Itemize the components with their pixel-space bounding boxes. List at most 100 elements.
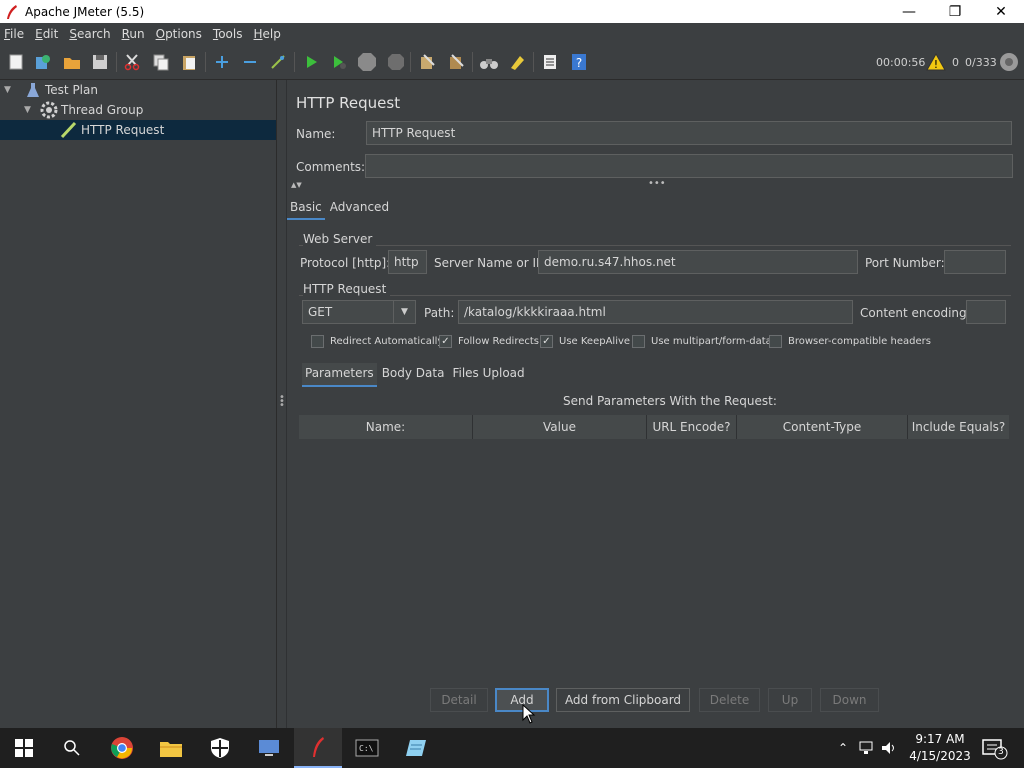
reset-search-icon[interactable] xyxy=(507,52,527,72)
start-icon[interactable] xyxy=(301,52,321,72)
stop-icon[interactable] xyxy=(357,52,377,72)
chevron-down-icon[interactable]: ▼ xyxy=(4,85,16,95)
menu-help[interactable]: Help xyxy=(254,27,281,41)
notification-count: 3 xyxy=(998,747,1004,757)
warning-icon[interactable]: ! xyxy=(926,52,946,74)
security-shield-icon[interactable] xyxy=(196,728,244,768)
column-header-value[interactable]: Value xyxy=(473,415,647,439)
file-explorer-icon[interactable] xyxy=(147,728,195,768)
new-icon[interactable] xyxy=(6,52,26,72)
title-bar: Apache JMeter (5.5) — ❐ ✕ xyxy=(0,0,1024,23)
pen-icon xyxy=(60,121,78,139)
checkbox-label: Browser-compatible headers xyxy=(788,336,931,347)
tree-item-thread-group[interactable]: ▼ Thread Group xyxy=(24,100,143,120)
remote-desktop-icon[interactable] xyxy=(245,728,293,768)
shutdown-icon[interactable] xyxy=(386,52,406,72)
column-header-url-encode[interactable]: URL Encode? xyxy=(647,415,737,439)
use-keepalive-checkbox[interactable]: ✓ Use KeepAlive xyxy=(540,335,630,348)
menu-file[interactable]: File xyxy=(4,27,24,41)
up-button[interactable]: Up xyxy=(768,688,812,712)
tab-advanced[interactable]: Advanced xyxy=(327,198,392,220)
save-icon[interactable] xyxy=(90,52,110,72)
toolbar: ? 00:00:56 ! 0 0/333 xyxy=(0,44,1024,80)
column-header-include-equals[interactable]: Include Equals? xyxy=(908,415,1009,439)
tab-basic[interactable]: Basic xyxy=(287,198,325,220)
system-clock[interactable]: 9:17 AM 4/15/2023 xyxy=(906,731,974,765)
help-icon[interactable]: ? xyxy=(569,52,589,72)
checkbox-box[interactable] xyxy=(632,335,645,348)
column-header-content-type[interactable]: Content-Type xyxy=(737,415,908,439)
menu-tools[interactable]: Tools xyxy=(213,27,243,41)
menu-run[interactable]: Run xyxy=(122,27,145,41)
path-field[interactable]: /katalog/kkkkiraaa.html xyxy=(458,300,853,324)
chevron-down-icon[interactable]: ▼ xyxy=(393,301,415,323)
server-name-field[interactable]: demo.ru.s47.hhos.net xyxy=(538,250,858,274)
open-icon[interactable] xyxy=(62,52,82,72)
method-select[interactable]: GET ▼ xyxy=(302,300,416,324)
tree-item-label: Thread Group xyxy=(61,103,144,117)
start-no-pauses-icon[interactable] xyxy=(329,52,349,72)
menu-search[interactable]: Search xyxy=(69,27,110,41)
maximize-button[interactable]: ❐ xyxy=(932,0,978,23)
comments-field[interactable] xyxy=(365,154,1013,178)
toggle-icon[interactable] xyxy=(268,52,288,72)
tree-item-http-request[interactable]: HTTP Request xyxy=(0,120,276,140)
use-multipart-checkbox[interactable]: Use multipart/form-data xyxy=(632,335,772,348)
tab-parameters[interactable]: Parameters xyxy=(302,363,377,387)
port-number-field[interactable] xyxy=(944,250,1006,274)
checkmark-icon[interactable]: ✓ xyxy=(540,335,553,348)
protocol-label: Protocol [http]: xyxy=(300,256,391,270)
minimize-button[interactable]: — xyxy=(886,0,932,23)
collapse-divider[interactable]: ▲▼ ••• xyxy=(287,178,1024,192)
copy-icon[interactable] xyxy=(151,52,171,72)
search-icon[interactable] xyxy=(48,728,96,768)
checkbox-label: Use KeepAlive xyxy=(559,336,631,347)
checkbox-box[interactable] xyxy=(769,335,782,348)
clear-all-icon[interactable] xyxy=(446,52,466,72)
checkmark-icon[interactable]: ✓ xyxy=(439,335,452,348)
notepad-icon[interactable] xyxy=(392,728,440,768)
chevron-down-icon[interactable]: ▼ xyxy=(24,105,36,115)
splitter-grip[interactable]: • • • xyxy=(279,393,285,411)
protocol-field[interactable]: http xyxy=(388,250,427,274)
chrome-icon[interactable] xyxy=(98,728,146,768)
volume-icon[interactable] xyxy=(878,741,900,755)
network-icon[interactable] xyxy=(856,741,878,755)
name-field[interactable]: HTTP Request xyxy=(366,121,1012,145)
splitter[interactable]: • • • xyxy=(277,80,287,728)
cut-icon[interactable] xyxy=(122,52,142,72)
follow-redirects-checkbox[interactable]: ✓ Follow Redirects xyxy=(439,335,539,348)
down-button[interactable]: Down xyxy=(820,688,879,712)
command-prompt-icon[interactable]: C:\ xyxy=(343,728,391,768)
jmeter-taskbar-icon[interactable] xyxy=(294,728,342,768)
windows-start-icon[interactable] xyxy=(0,728,48,768)
menu-options[interactable]: Options xyxy=(156,27,202,41)
search-binoculars-icon[interactable] xyxy=(479,52,499,72)
column-header-name[interactable]: Name: xyxy=(299,415,473,439)
add-from-clipboard-button[interactable]: Add from Clipboard xyxy=(556,688,690,712)
drag-handle-icon[interactable]: ••• xyxy=(648,178,666,189)
menu-edit[interactable]: Edit xyxy=(35,27,58,41)
detail-button[interactable]: Detail xyxy=(430,688,488,712)
delete-button[interactable]: Delete xyxy=(699,688,760,712)
collapse-arrows-icon[interactable]: ▲▼ xyxy=(291,181,302,189)
content-encoding-field[interactable] xyxy=(966,300,1006,324)
browser-compatible-headers-checkbox[interactable]: Browser-compatible headers xyxy=(769,335,931,348)
redirect-automatically-checkbox[interactable]: Redirect Automatically xyxy=(311,335,443,348)
expand-all-icon[interactable] xyxy=(212,52,232,72)
function-helper-icon[interactable] xyxy=(540,52,560,72)
checkbox-box[interactable] xyxy=(311,335,324,348)
elapsed-time: 00:00:56 xyxy=(876,56,926,69)
chevron-up-icon[interactable]: ⌃ xyxy=(838,741,856,755)
tab-files-upload[interactable]: Files Upload xyxy=(449,363,527,387)
tree-item-test-plan[interactable]: ▼ Test Plan xyxy=(4,80,98,100)
notifications-icon[interactable]: 3 xyxy=(982,738,1008,763)
collapse-all-icon[interactable] xyxy=(240,52,260,72)
clear-icon[interactable] xyxy=(417,52,437,72)
system-tray: ⌃ xyxy=(838,728,900,768)
tab-body-data[interactable]: Body Data xyxy=(379,363,448,387)
paste-icon[interactable] xyxy=(179,52,199,72)
templates-icon[interactable] xyxy=(33,52,53,72)
close-button[interactable]: ✕ xyxy=(978,0,1024,23)
name-label: Name: xyxy=(296,127,336,141)
